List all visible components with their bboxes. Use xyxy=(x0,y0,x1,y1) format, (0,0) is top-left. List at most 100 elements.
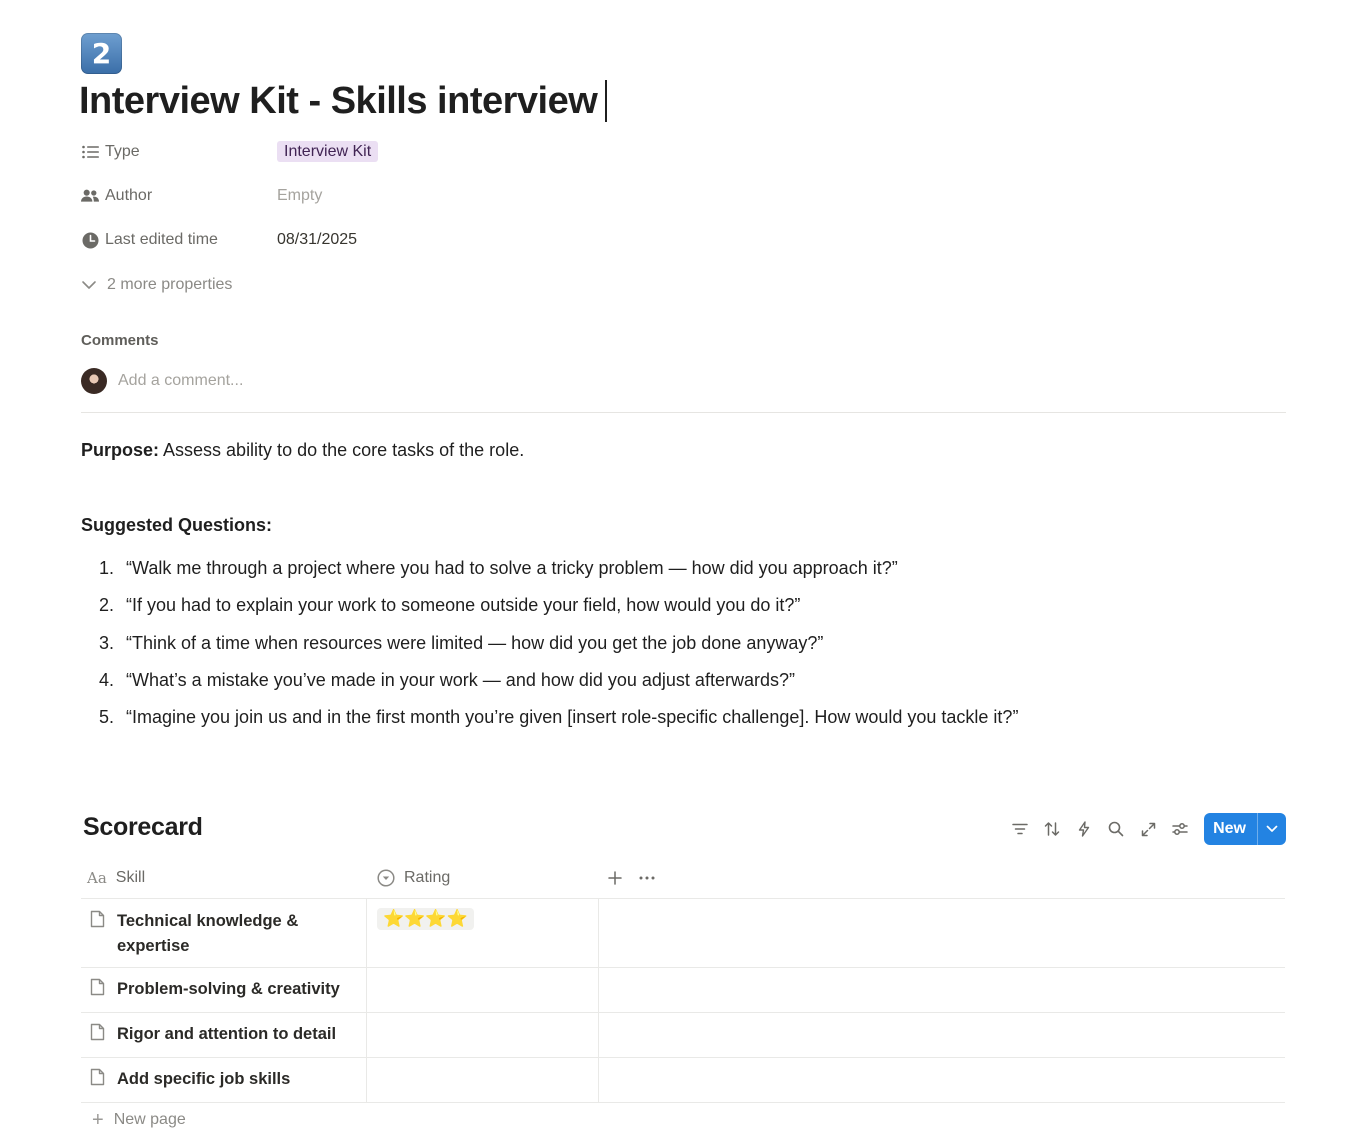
avatar xyxy=(81,368,107,394)
page-icon-text: 2 xyxy=(91,37,112,70)
column-header-skill[interactable]: Aa Skill xyxy=(81,858,367,898)
property-label[interactable]: Author xyxy=(81,187,277,205)
question-text: “Think of a time when resources were lim… xyxy=(126,632,824,653)
skill-cell[interactable]: Add specific job skills xyxy=(81,1058,367,1102)
rating-cell[interactable] xyxy=(367,1058,599,1102)
scorecard-table: Aa Skill Rating Technical knowledge & ex… xyxy=(81,858,1285,1103)
list-icon xyxy=(81,143,99,161)
list-number: 3. xyxy=(98,632,114,653)
list-item[interactable]: 3. “Think of a time when resources were l… xyxy=(81,625,1018,662)
property-label-text: Author xyxy=(105,187,153,204)
question-text: “If you had to explain your work to some… xyxy=(126,595,801,616)
list-item[interactable]: 2. “If you had to explain your work to so… xyxy=(81,587,1018,624)
page-title-text[interactable]: Interview Kit - Skills interview xyxy=(79,80,598,123)
divider xyxy=(81,412,1286,413)
skill-name: Rigor and attention to detail xyxy=(117,1025,337,1043)
empty-cell xyxy=(599,1013,1285,1057)
add-column-plus-icon[interactable] xyxy=(599,871,631,885)
skill-cell[interactable]: Rigor and attention to detail xyxy=(81,1013,367,1057)
purpose-text: Assess ability to do the core tasks of t… xyxy=(159,440,525,460)
skill-cell[interactable]: Technical knowledge & expertise xyxy=(81,899,367,967)
page-icon xyxy=(90,1022,108,1047)
new-button[interactable]: New xyxy=(1204,813,1286,845)
page-icon xyxy=(90,909,108,957)
rating-stars: ⭐⭐⭐⭐ xyxy=(377,908,474,930)
new-page-label: New page xyxy=(113,1111,186,1128)
comment-input-row[interactable]: Add a comment... xyxy=(81,366,243,396)
database-toolbar: New xyxy=(1004,813,1286,845)
settings-sliders-icon[interactable] xyxy=(1164,813,1196,845)
column-header-label: Skill xyxy=(115,869,146,886)
table-row[interactable]: Technical knowledge & expertise ⭐⭐⭐⭐ xyxy=(81,899,1285,968)
skill-name: Technical knowledge & expertise xyxy=(117,912,299,955)
comments-heading: Comments xyxy=(81,332,159,349)
purpose-paragraph[interactable]: Purpose: Assess ability to do the core t… xyxy=(81,440,524,461)
question-text: “What’s a mistake you’ve made in your wo… xyxy=(126,670,795,691)
property-value[interactable]: Interview Kit xyxy=(277,141,379,162)
list-number: 4. xyxy=(98,670,114,691)
lightning-icon[interactable] xyxy=(1068,813,1100,845)
property-label-text: Last edited time xyxy=(105,231,218,248)
chevron-down-icon xyxy=(81,280,99,290)
page-icon xyxy=(90,977,108,1002)
select-type-icon xyxy=(377,869,395,887)
list-item[interactable]: 1. “Walk me through a project where you h… xyxy=(81,550,1018,587)
question-text: “Imagine you join us and in the first mo… xyxy=(126,707,1019,728)
keycap-2-icon[interactable]: 2 xyxy=(81,33,122,74)
list-item[interactable]: 4. “What’s a mistake you’ve made in your … xyxy=(81,662,1018,699)
search-icon[interactable] xyxy=(1100,813,1132,845)
new-button-label[interactable]: New xyxy=(1204,813,1257,845)
table-row[interactable]: Rigor and attention to detail xyxy=(81,1013,1285,1058)
more-options-icon[interactable] xyxy=(631,876,663,880)
empty-cell xyxy=(599,968,1285,1012)
property-label-text: Type xyxy=(105,143,140,160)
scorecard-title[interactable]: Scorecard xyxy=(83,813,203,842)
rating-cell[interactable]: ⭐⭐⭐⭐ xyxy=(367,899,599,967)
people-icon xyxy=(81,187,99,205)
text-type-icon: Aa xyxy=(87,869,107,887)
type-tag[interactable]: Interview Kit xyxy=(277,141,379,162)
column-header-label: Rating xyxy=(404,869,451,886)
skill-cell[interactable]: Problem-solving & creativity xyxy=(81,968,367,1012)
purpose-label: Purpose: xyxy=(81,440,160,460)
text-caret xyxy=(605,80,608,122)
table-row[interactable]: Add specific job skills xyxy=(81,1058,1285,1103)
skill-name: Problem-solving & creativity xyxy=(117,980,340,998)
list-number: 5. xyxy=(98,707,114,728)
list-number: 2. xyxy=(98,595,114,616)
page-title[interactable]: Interview Kit - Skills interview xyxy=(79,78,608,124)
plus-icon: + xyxy=(92,1108,104,1131)
rating-cell[interactable] xyxy=(367,968,599,1012)
table-row[interactable]: Problem-solving & creativity xyxy=(81,968,1285,1013)
column-actions xyxy=(599,871,663,885)
page-icon xyxy=(90,1067,108,1092)
column-header-rating[interactable]: Rating xyxy=(367,858,599,898)
page: 2 Interview Kit - Skills interview Type … xyxy=(0,0,1358,1144)
more-properties-label: 2 more properties xyxy=(107,276,233,293)
list-item[interactable]: 5. “Imagine you join us and in the first … xyxy=(81,699,1018,736)
property-label[interactable]: Last edited time xyxy=(81,231,277,249)
property-last-edited[interactable]: Last edited time 08/31/2025 xyxy=(81,226,681,254)
questions-heading[interactable]: Suggested Questions: xyxy=(81,515,272,536)
empty-cell xyxy=(599,899,1285,967)
question-text: “Walk me through a project where you had… xyxy=(126,558,898,579)
empty-cell xyxy=(599,1058,1285,1102)
rating-cell[interactable] xyxy=(367,1013,599,1057)
chevron-down-icon[interactable] xyxy=(1257,813,1286,845)
more-properties-toggle[interactable]: 2 more properties xyxy=(81,272,232,298)
property-value[interactable]: Empty xyxy=(277,187,322,205)
property-value: 08/31/2025 xyxy=(277,231,358,248)
table-header: Aa Skill Rating xyxy=(81,858,1285,899)
skill-name: Add specific job skills xyxy=(117,1070,291,1088)
clock-icon xyxy=(81,231,99,249)
property-label[interactable]: Type xyxy=(81,143,277,161)
expand-icon[interactable] xyxy=(1132,813,1164,845)
property-author[interactable]: Author Empty xyxy=(81,182,681,210)
comment-input[interactable]: Add a comment... xyxy=(118,372,243,390)
filter-icon[interactable] xyxy=(1004,813,1036,845)
property-type[interactable]: Type Interview Kit xyxy=(81,138,681,166)
new-page-button[interactable]: + New page xyxy=(92,1106,186,1134)
list-number: 1. xyxy=(98,558,114,579)
questions-list: 1. “Walk me through a project where you h… xyxy=(81,550,1018,736)
sort-icon[interactable] xyxy=(1036,813,1068,845)
